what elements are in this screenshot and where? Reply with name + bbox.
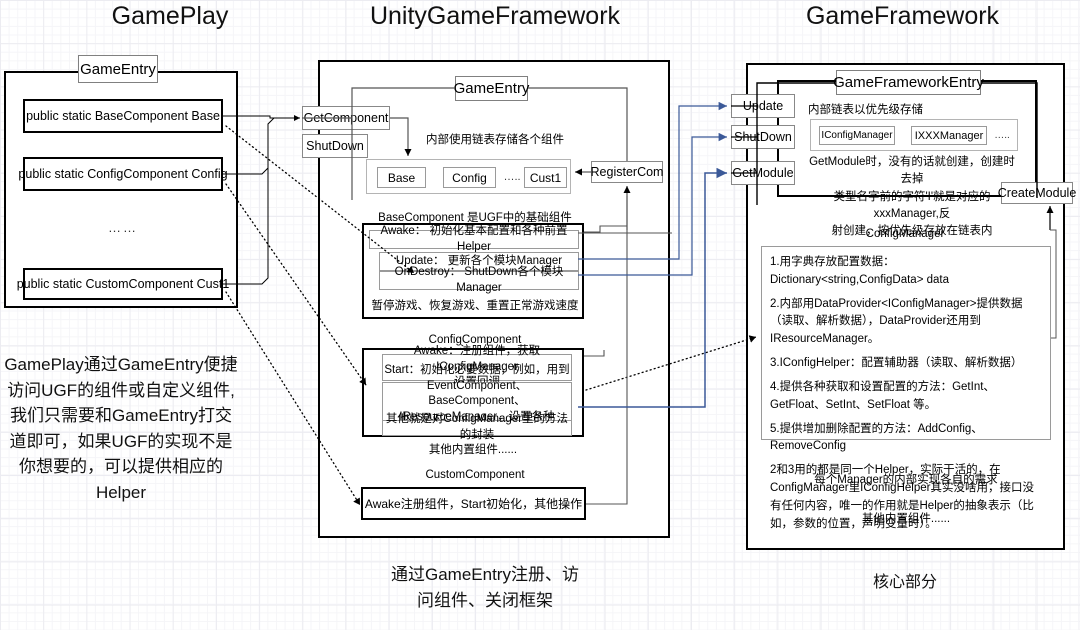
ugf-linkedlist-note: 内部使用链表存储各个组件 xyxy=(426,134,564,146)
gf-method-update[interactable]: Update xyxy=(731,94,795,118)
gf-cm-item-5: 5.提供增加删除配置的方法：AddConfig、RemoveConfig xyxy=(770,422,983,453)
gf-caption: 核心部分 xyxy=(872,574,937,591)
gf-method-getmodule[interactable]: GetModule xyxy=(731,161,795,185)
gf-cm-item-2: 2.内部用DataProvider<IConfigManager>提供数据（读取… xyxy=(770,297,1023,346)
gf-cm-item-1: 1.用字典存放配置数据：Dictionary<string,ConfigData… xyxy=(770,256,949,286)
ugf-method-getcomponent[interactable]: GetComponent xyxy=(302,106,390,130)
ugf-method-shutdown[interactable]: ShutDown xyxy=(302,134,368,158)
gameplay-field-base[interactable]: public static BaseComponent Base xyxy=(23,99,223,133)
ugf-chain-cust1[interactable]: Cust1 xyxy=(524,167,567,188)
gf-priority-note: 内部链表以优先级存储 xyxy=(808,104,923,116)
ugf-gameentry-chip[interactable]: GameEntry xyxy=(454,76,529,101)
gf-gameframeworkentry-chip[interactable]: GameFrameworkEntry xyxy=(833,70,984,95)
gf-method-shutdown[interactable]: ShutDown xyxy=(731,125,795,149)
gf-others-note: 其他内置组件...... xyxy=(861,513,951,525)
ugf-basecomponent-awake[interactable]: Awake： 初始化基本配置和各种前置Helper xyxy=(369,225,579,253)
column-title-gameplay: GamePlay xyxy=(111,2,229,30)
ugf-component-chain: Base Config ….. Cust1 xyxy=(366,159,571,194)
gf-cm-item-3: 3.IConfigHelper：配置辅助器（读取、解析数据） xyxy=(770,357,1023,370)
ugf-chain-config[interactable]: Config xyxy=(443,167,496,188)
gameplay-ellipsis: …… xyxy=(108,220,138,235)
gf-manager-note: 每个Manager的内部实现各自的需求 xyxy=(814,474,998,486)
gf-manager-iconfigmanager[interactable]: IConfigManager xyxy=(819,126,895,145)
ugf-basecomponent-footer: 暂停游戏、恢复游戏、重置正常游戏速度 xyxy=(371,300,579,312)
ugf-basecomponent-box: Awake： 初始化基本配置和各种前置Helper Update： 更新各个模块… xyxy=(362,223,584,319)
gf-configmanager-title: ConfigManager xyxy=(865,228,945,240)
gf-manager-dots: ….. xyxy=(994,130,1010,141)
ugf-caption-line2: 问组件、关闭框架 xyxy=(417,591,553,610)
gf-manager-ixxxmanager[interactable]: IXXXManager xyxy=(911,126,987,145)
ugf-caption-line1: 通过GameEntry注册、访 xyxy=(391,565,579,584)
ugf-configcomponent-other[interactable]: 其他就是对ConfigManager里的方法的封装 xyxy=(382,413,572,441)
ugf-method-registercom[interactable]: RegisterCom xyxy=(591,161,663,183)
gf-cm-item-4: 4.提供各种获取和设置配置的方法：GetInt、GetFloat、SetInt、… xyxy=(770,380,995,411)
gf-configmanager-box: 1.用字典存放配置数据：Dictionary<string,ConfigData… xyxy=(761,246,1051,530)
ugf-chain-base[interactable]: Base xyxy=(377,167,426,188)
gameplay-gameentry-chip[interactable]: GameEntry xyxy=(78,55,158,83)
ugf-configcomponent-box: Awake：注册组件，获取IConfigManager 设置回调 Start：初… xyxy=(362,345,584,441)
gf-manager-chain: IConfigManager IXXXManager ….. xyxy=(810,119,1018,151)
gameplay-field-config[interactable]: public static ConfigComponent Config xyxy=(18,157,228,191)
gameplay-field-cust1[interactable]: public static CustomComponent Cust1 xyxy=(17,268,229,300)
ugf-customcomponent-title: CustomComponent xyxy=(425,469,525,481)
column-title-gameframework: GameFramework xyxy=(805,2,1000,30)
ugf-chain-dots: ….. xyxy=(503,171,521,183)
gameplay-caption: GamePlay通过GameEntry便捷访问UGF的组件或自定义组件,我们只需… xyxy=(4,355,238,502)
ugf-configcomponent-footer: 其他内置组件...... xyxy=(428,444,518,456)
ugf-customcomponent-row[interactable]: Awake注册组件，Start初始化，其他操作 xyxy=(361,487,586,520)
column-title-unitygameframework: UnityGameFramework xyxy=(369,2,621,30)
ugf-basecomponent-ondestroy[interactable]: OnDestroy： ShutDown各个模块Manager xyxy=(379,266,579,294)
